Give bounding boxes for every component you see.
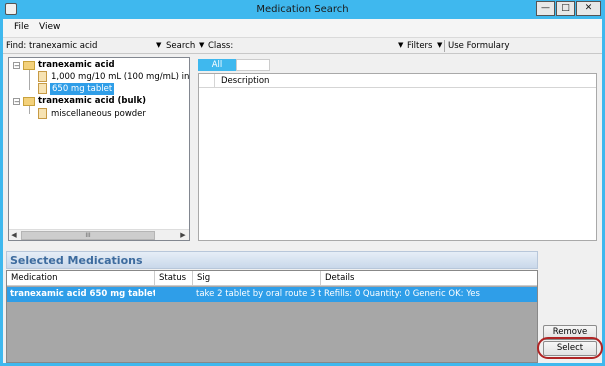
filters-button[interactable]: Filters <box>407 41 432 51</box>
folder-icon <box>23 97 35 106</box>
class-input[interactable] <box>233 41 393 52</box>
search-button[interactable]: Search <box>166 41 195 51</box>
select-button-highlight-annotation <box>537 337 603 359</box>
tree-collapse-icon[interactable]: − <box>13 98 20 106</box>
tree-collapse-icon[interactable]: − <box>13 62 20 70</box>
tree-group-tranexamic-acid[interactable]: tranexamic acid <box>38 59 115 71</box>
tree-horizontal-scrollbar[interactable]: ◀ III ▶ <box>9 229 189 240</box>
tree-item-injection[interactable]: 1,000 mg/10 mL (100 mg/mL) intraven <box>51 71 189 83</box>
class-dropdown-icon[interactable]: ▼ <box>398 41 403 49</box>
table-row[interactable]: tranexamic acid 650 mg tablet take 2 tab… <box>7 287 537 302</box>
menu-file[interactable]: File <box>14 22 29 32</box>
tree-item-miscellaneous-powder[interactable]: miscellaneous powder <box>51 108 146 120</box>
tab-all[interactable]: All <box>198 59 236 71</box>
selected-medications-grid: Medication Status Sig Details tranexamic… <box>6 270 538 363</box>
use-formulary-toggle[interactable]: Use Formulary <box>448 41 509 51</box>
medication-icon <box>38 83 47 94</box>
cell-details: Refills: 0 Quantity: 0 Generic OK: Yes <box>324 289 480 299</box>
description-grid-header: Description <box>199 74 596 88</box>
selected-medications-header: Selected Medications <box>6 251 538 269</box>
tree-connector <box>29 106 30 114</box>
scrollbar-thumb[interactable]: III <box>21 231 155 240</box>
cell-medication: tranexamic acid 650 mg tablet <box>10 289 155 299</box>
folder-icon <box>23 61 35 70</box>
column-sig[interactable]: Sig <box>193 271 321 286</box>
description-grid: Description <box>198 73 597 241</box>
column-status[interactable]: Status <box>155 271 193 286</box>
tree-group-tranexamic-acid-bulk[interactable]: tranexamic acid (bulk) <box>38 95 146 107</box>
selected-medications-grid-header: Medication Status Sig Details <box>7 271 537 286</box>
filters-dropdown-icon[interactable]: ▼ <box>437 41 442 49</box>
find-dropdown-icon[interactable]: ▼ <box>156 41 161 49</box>
find-input[interactable]: tranexamic acid <box>29 41 154 51</box>
selected-medications-title: Selected Medications <box>10 254 143 267</box>
minimize-button[interactable]: — <box>536 1 555 16</box>
search-dropdown-icon[interactable]: ▼ <box>199 41 204 49</box>
search-toolbar: Find: tranexamic acid ▼ Search ▼ Class: … <box>3 37 602 54</box>
window-title: Medication Search <box>256 4 349 15</box>
find-label: Find: <box>6 41 27 51</box>
medication-icon <box>38 108 47 119</box>
tab-secondary[interactable] <box>236 59 270 71</box>
toolbar-separator <box>444 40 445 52</box>
menu-view[interactable]: View <box>39 22 60 32</box>
medication-icon <box>38 71 47 82</box>
column-details[interactable]: Details <box>321 271 537 286</box>
scroll-right-icon[interactable]: ▶ <box>178 230 188 241</box>
close-button[interactable]: ✕ <box>576 1 601 16</box>
maximize-button[interactable]: □ <box>556 1 575 16</box>
scroll-left-icon[interactable]: ◀ <box>9 230 19 241</box>
tree-connector <box>29 70 30 90</box>
cell-sig: take 2 tablet by oral route 3 times ev..… <box>196 289 321 299</box>
menu-bar: File View <box>3 19 602 37</box>
tree-item-650mg-tablet[interactable]: 650 mg tablet <box>50 83 115 95</box>
description-column-header[interactable]: Description <box>221 76 269 86</box>
row-header-cell <box>199 74 215 88</box>
cell-status <box>155 287 193 302</box>
class-label: Class: <box>208 41 234 51</box>
medication-tree: − tranexamic acid 1,000 mg/10 mL (100 mg… <box>8 57 190 241</box>
column-medication[interactable]: Medication <box>7 271 155 286</box>
